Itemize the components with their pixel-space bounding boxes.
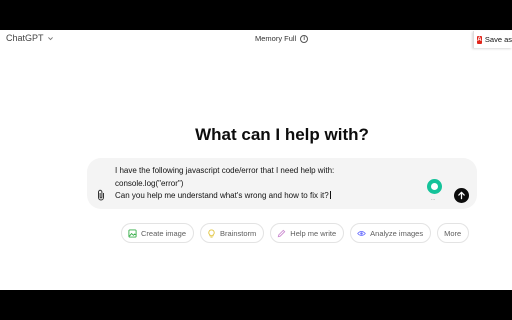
analyze-images-button[interactable]: Analyze images [350, 223, 432, 243]
send-button[interactable] [454, 188, 469, 203]
grammarly-dot [431, 183, 438, 190]
help-me-write-button[interactable]: Help me write [270, 223, 345, 243]
memory-status[interactable]: Memory Full i [255, 34, 309, 43]
model-label: ChatGPT [6, 33, 44, 43]
eye-icon [357, 230, 367, 236]
save-as-pdf-button[interactable]: A Save as [473, 31, 512, 48]
arrow-up-icon [458, 191, 465, 200]
chatgpt-window: ChatGPT Memory Full i A Save as What can… [0, 30, 512, 290]
grammarly-menu-dots[interactable]: ... [431, 196, 435, 202]
more-button[interactable]: More [437, 223, 470, 243]
suggestion-chips: Create image Brainstorm Help me write An… [121, 223, 470, 243]
composer-line: console.log("error") [115, 178, 184, 188]
composer-line-text: Can you help me understand what's wrong … [115, 191, 329, 200]
model-selector[interactable]: ChatGPT [6, 33, 54, 43]
composer-line: Can you help me understand what's wrong … [115, 190, 334, 203]
composer-line: I have the following javascript code/err… [115, 166, 335, 175]
chip-label: Help me write [290, 228, 337, 238]
create-image-button[interactable]: Create image [121, 223, 195, 243]
memory-label: Memory Full [255, 34, 297, 43]
lightbulb-icon [208, 228, 215, 238]
top-bar: ChatGPT Memory Full i A Save as [0, 30, 512, 48]
chip-label: Create image [141, 228, 187, 238]
brainstorm-button[interactable]: Brainstorm [200, 223, 265, 243]
chip-label: More [444, 228, 462, 238]
message-composer[interactable]: I have the following javascript code/err… [87, 158, 477, 209]
image-icon [128, 228, 137, 238]
page-title: What can I help with? [195, 125, 369, 144]
composer-text[interactable]: I have the following javascript code/err… [115, 165, 334, 203]
save-as-label: Save as [484, 35, 512, 44]
chip-label: Analyze images [370, 228, 424, 238]
chip-label: Brainstorm [220, 228, 257, 238]
letterbox-bottom [0, 290, 512, 320]
paperclip-icon[interactable] [96, 189, 106, 201]
pdf-icon: A [477, 35, 482, 44]
info-icon[interactable]: i [300, 34, 309, 43]
grammarly-icon[interactable] [427, 179, 442, 194]
text-caret [329, 191, 331, 199]
letterbox-top [0, 0, 512, 30]
pen-icon [278, 229, 286, 237]
chevron-down-icon [47, 36, 53, 40]
